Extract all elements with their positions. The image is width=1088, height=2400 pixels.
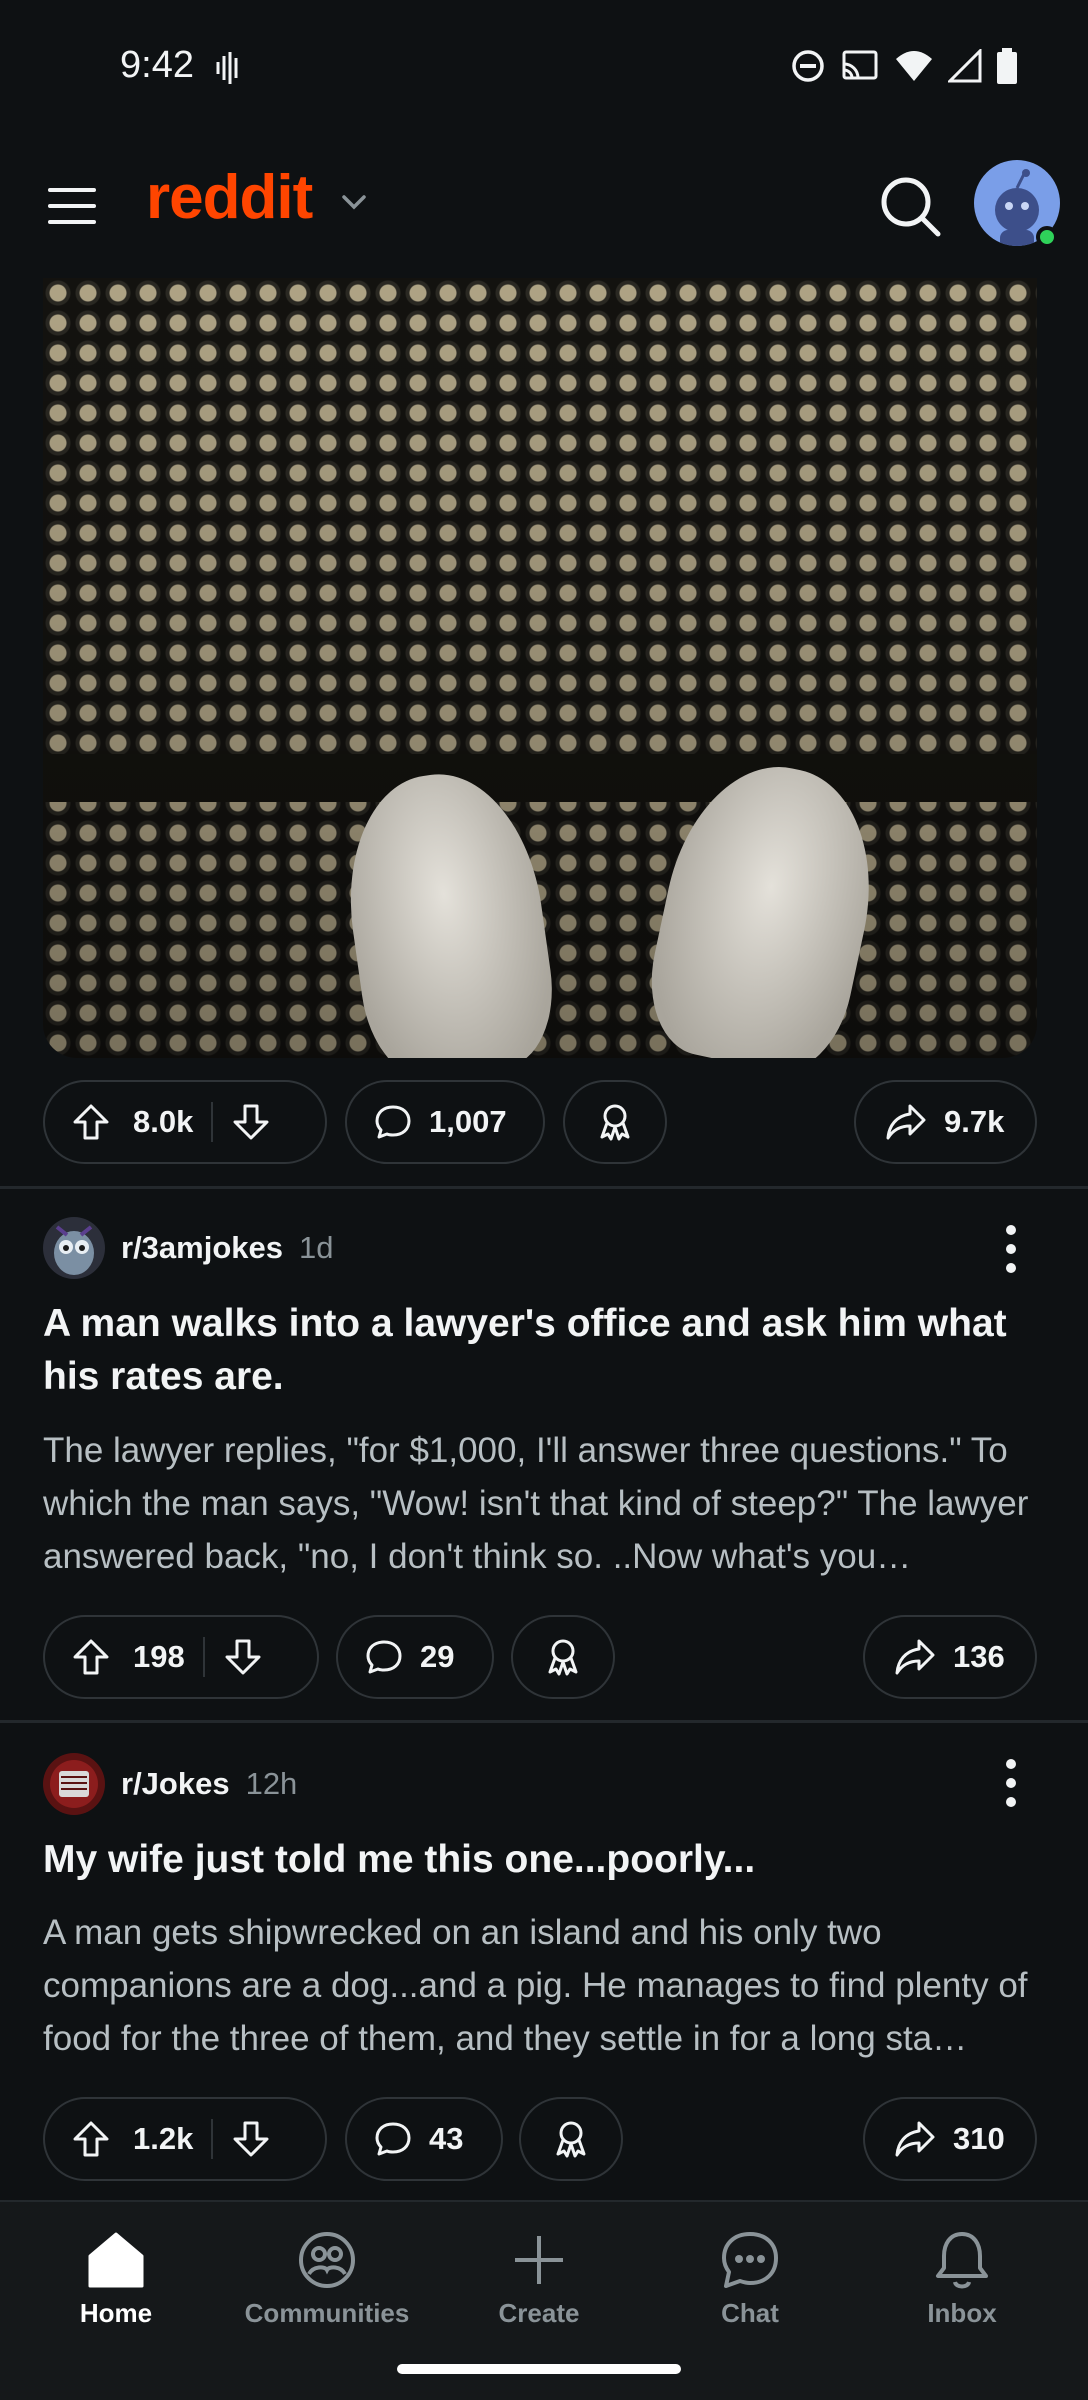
share-icon [893, 2119, 937, 2159]
post-image[interactable] [43, 278, 1037, 1058]
share-button[interactable]: 9.7k [854, 1080, 1037, 1164]
post-actions: 1.2k 43 310 [43, 2097, 1043, 2181]
nav-label: Inbox [927, 2298, 997, 2328]
subreddit-name[interactable]: r/3amjokes [121, 1230, 283, 1266]
post-meta: r/3amjokes 1d [43, 1216, 333, 1280]
reddit-logo[interactable]: reddit [146, 162, 313, 233]
nav-communities[interactable]: Communities [227, 2228, 427, 2329]
upvote-icon[interactable] [71, 2119, 111, 2159]
award-icon [542, 1636, 584, 1678]
status-icons [790, 47, 1018, 89]
upvote-icon[interactable] [71, 1637, 111, 1677]
subreddit-avatar[interactable] [43, 1753, 105, 1815]
post-actions: 198 29 136 [43, 1615, 1043, 1699]
vote-control: 1.2k [43, 2097, 327, 2181]
award-button[interactable] [511, 1615, 615, 1699]
comment-icon [373, 2119, 413, 2159]
subreddit-name[interactable]: r/Jokes [121, 1766, 230, 1802]
award-icon [550, 2118, 592, 2160]
comments-button[interactable]: 1,007 [345, 1080, 545, 1164]
online-status-dot [1036, 226, 1058, 248]
award-button[interactable] [563, 1080, 667, 1164]
chat-icon [722, 2232, 778, 2288]
more-options-icon[interactable] [996, 1222, 1026, 1276]
share-count: 310 [953, 2121, 1005, 2156]
vibrate-icon [214, 50, 242, 91]
vote-control: 198 [43, 1615, 319, 1699]
award-icon [594, 1101, 636, 1143]
wifi-icon [894, 49, 934, 88]
upvote-count: 1.2k [133, 2121, 194, 2156]
cast-icon [840, 48, 880, 89]
comments-button[interactable]: 43 [345, 2097, 503, 2181]
vote-control: 8.0k [43, 1080, 327, 1164]
award-button[interactable] [519, 2097, 623, 2181]
share-icon [884, 1102, 928, 1142]
status-time: 9:42 [120, 44, 194, 86]
nav-home[interactable]: Home [16, 2228, 216, 2329]
comments-button[interactable]: 29 [336, 1615, 494, 1699]
signal-icon [946, 47, 982, 88]
post-age: 1d [299, 1230, 334, 1265]
post-body[interactable]: The lawyer replies, "for $1,000, I'll an… [43, 1424, 1043, 1583]
comment-icon [364, 1637, 404, 1677]
nav-label: Create [498, 2298, 580, 2328]
upvote-count: 198 [133, 1639, 185, 1674]
post-title[interactable]: A man walks into a lawyer's office and a… [43, 1297, 1043, 1403]
downvote-icon[interactable] [223, 1637, 263, 1677]
comment-count: 43 [429, 2121, 464, 2156]
comment-count: 29 [420, 1639, 455, 1674]
nav-chat[interactable]: Chat [650, 2228, 850, 2329]
share-count: 136 [953, 1639, 1005, 1674]
comment-icon [373, 1102, 413, 1142]
post-meta: r/Jokes 12h [43, 1752, 297, 1816]
share-icon [893, 1637, 937, 1677]
post-actions: 8.0k 1,007 9.7k [43, 1080, 1043, 1164]
post-body[interactable]: A man gets shipwrecked on an island and … [43, 1906, 1043, 2065]
upvote-icon[interactable] [71, 1102, 111, 1142]
nav-label: Chat [721, 2298, 779, 2328]
bell-icon [936, 2232, 988, 2289]
battery-icon [996, 48, 1018, 89]
subreddit-avatar[interactable] [43, 1217, 105, 1279]
nav-create[interactable]: Create [439, 2228, 639, 2329]
status-bar: 9:42 [0, 0, 1088, 130]
do-not-disturb-icon [790, 48, 826, 89]
home-indicator[interactable] [397, 2364, 681, 2374]
post-divider [0, 1186, 1088, 1189]
search-icon[interactable] [876, 172, 946, 242]
post-age: 12h [245, 1766, 298, 1801]
plus-icon [515, 2236, 563, 2284]
comment-count: 1,007 [429, 1104, 507, 1139]
downvote-icon[interactable] [231, 1102, 271, 1142]
downvote-icon[interactable] [231, 2119, 271, 2159]
chevron-down-icon[interactable] [338, 186, 370, 223]
post-divider [0, 1720, 1088, 1723]
upvote-count: 8.0k [133, 1104, 194, 1139]
post-title[interactable]: My wife just told me this one...poorly..… [43, 1833, 1043, 1886]
app-header: reddit [0, 130, 1088, 280]
share-button[interactable]: 136 [863, 1615, 1037, 1699]
nav-inbox[interactable]: Inbox [862, 2228, 1062, 2329]
communities-icon [299, 2232, 355, 2288]
nav-label: Home [79, 2298, 153, 2328]
home-icon [88, 2232, 144, 2288]
share-count: 9.7k [944, 1104, 1005, 1139]
share-button[interactable]: 310 [863, 2097, 1037, 2181]
menu-icon[interactable] [44, 178, 100, 234]
more-options-icon[interactable] [996, 1756, 1026, 1810]
nav-label: Communities [244, 2298, 410, 2328]
